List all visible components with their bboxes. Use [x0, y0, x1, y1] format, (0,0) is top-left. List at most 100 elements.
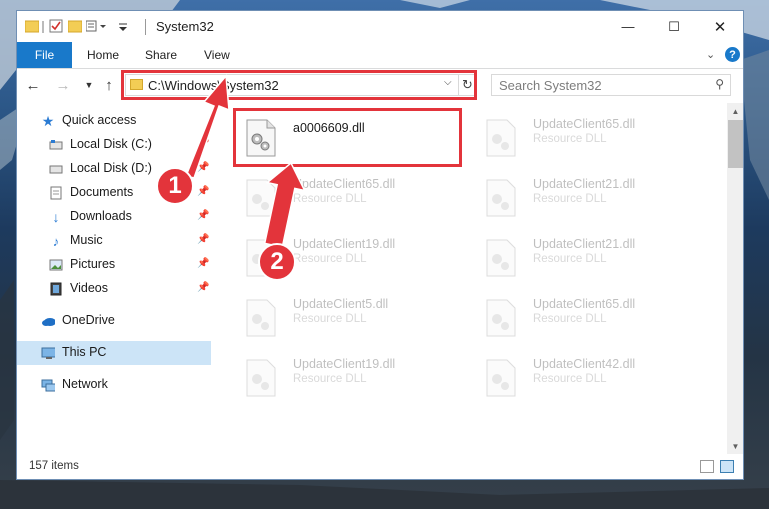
file-name: UpdateClient19.dll	[293, 357, 396, 371]
computer-icon	[41, 346, 55, 360]
folder-icon	[24, 19, 40, 35]
pin-icon[interactable]: 📌	[197, 162, 209, 173]
tab-share[interactable]: Share	[145, 42, 177, 68]
pin-icon[interactable]: 📌	[197, 210, 209, 221]
pin-icon[interactable]: 📌	[197, 186, 209, 197]
file-description: Resource DLL	[533, 193, 607, 205]
dll-file-icon	[246, 119, 276, 157]
close-button[interactable]: ✕	[697, 11, 743, 42]
sidebar-item-onedrive[interactable]: OneDrive	[17, 309, 211, 333]
file-description: Resource DLL	[533, 313, 607, 325]
file-item[interactable]: UpdateClient21.dll Resource DLL	[477, 169, 707, 225]
details-view-button[interactable]	[700, 460, 714, 473]
drive-icon	[49, 162, 63, 176]
sidebar-item-label: OneDrive	[62, 313, 115, 327]
file-name: UpdateClient5.dll	[293, 297, 389, 311]
sidebar-item-downloads[interactable]: ↓ Downloads 📌	[17, 205, 211, 229]
file-name: UpdateClient19.dll	[293, 237, 396, 251]
tab-home[interactable]: Home	[87, 42, 119, 68]
file-name: UpdateClient65.dll	[293, 177, 396, 191]
file-item[interactable]: UpdateClient65.dll Resource DLL	[237, 169, 467, 225]
scrollbar-thumb[interactable]	[728, 120, 743, 168]
dll-file-icon	[486, 119, 516, 157]
file-item-a0006609[interactable]: a0006609.dll	[237, 109, 467, 165]
sidebar-item-videos[interactable]: Videos 📌	[17, 277, 211, 301]
chevron-down-icon[interactable]	[117, 19, 129, 35]
minimize-button[interactable]: —	[605, 11, 651, 42]
drive-icon	[49, 138, 63, 152]
refresh-button[interactable]: ↻	[458, 75, 476, 95]
file-description: Resource DLL	[293, 373, 367, 385]
pin-icon[interactable]: 📌	[197, 138, 209, 149]
sidebar-item-label: Local Disk (D:)	[70, 161, 152, 175]
ribbon-tabs: File Home Share View ⌄ ?	[17, 42, 743, 69]
status-bar: 157 items	[17, 455, 743, 479]
sidebar-item-label: This PC	[62, 345, 107, 359]
step-1-label: 1	[168, 172, 182, 199]
sidebar-item-music[interactable]: ♪ Music 📌	[17, 229, 211, 253]
file-item[interactable]: UpdateClient65.dll Resource DLL	[477, 109, 707, 165]
file-name: UpdateClient21.dll	[533, 237, 636, 251]
chevron-down-icon[interactable]: ⌵	[444, 77, 452, 88]
sidebar-item-local-disk-c[interactable]: Local Disk (C:) 📌	[17, 133, 211, 157]
vertical-scrollbar[interactable]: ▲ ▼	[727, 103, 743, 454]
file-name: UpdateClient65.dll	[533, 297, 636, 311]
dll-file-icon	[486, 299, 516, 337]
file-description: Resource DLL	[533, 373, 607, 385]
help-button[interactable]: ?	[725, 47, 740, 62]
new-folder-icon[interactable]	[67, 19, 83, 35]
dll-file-icon	[246, 299, 276, 337]
sidebar-item-network[interactable]: Network	[17, 373, 211, 397]
tab-file[interactable]: File	[17, 42, 72, 68]
sidebar-item-quick-access[interactable]: ★ Quick access	[17, 109, 211, 133]
scroll-up-arrow[interactable]: ▲	[727, 103, 743, 119]
window-title: System32	[156, 19, 214, 34]
pictures-icon	[49, 258, 63, 272]
file-name: UpdateClient65.dll	[533, 117, 636, 131]
forward-button[interactable]: →	[53, 75, 73, 95]
search-input[interactable]: Search System32 ⚲	[491, 74, 731, 96]
sidebar-item-label: Downloads	[70, 209, 132, 223]
file-item[interactable]: UpdateClient21.dll Resource DLL	[477, 229, 707, 285]
dll-file-icon	[246, 179, 276, 217]
sidebar-item-label: Documents	[70, 185, 134, 199]
recent-locations-button[interactable]: ▼	[79, 75, 99, 95]
dll-file-icon	[246, 359, 276, 397]
large-icons-view-button[interactable]	[720, 460, 734, 473]
videos-icon	[49, 282, 63, 296]
file-name: a0006609.dll	[293, 121, 365, 135]
address-bar[interactable]: C:\Windows\System32 ⌵ ↻	[125, 74, 475, 96]
scroll-down-arrow[interactable]: ▼	[727, 438, 743, 454]
address-path[interactable]: C:\Windows\System32	[148, 78, 279, 93]
back-button[interactable]: ←	[23, 75, 43, 95]
dll-file-icon	[486, 179, 516, 217]
file-list: a0006609.dll UpdateClient65.dll Resource…	[214, 103, 726, 454]
step-2-label: 2	[270, 248, 284, 275]
item-count: 157 items	[29, 460, 79, 472]
up-button[interactable]: ↑	[99, 75, 119, 95]
file-name: UpdateClient42.dll	[533, 357, 636, 371]
maximize-button[interactable]: ☐	[651, 11, 697, 42]
tab-view[interactable]: View	[204, 42, 230, 68]
pin-icon[interactable]: 📌	[197, 258, 209, 269]
customize-toolbar-icon[interactable]	[85, 19, 108, 35]
file-item[interactable]: UpdateClient65.dll Resource DLL	[477, 289, 707, 345]
file-item[interactable]: UpdateClient42.dll Resource DLL	[477, 349, 707, 405]
title-bar: System32 — ☐ ✕	[17, 11, 743, 42]
sidebar-item-this-pc[interactable]: This PC	[17, 341, 211, 365]
file-item[interactable]: UpdateClient19.dll Resource DLL	[237, 349, 467, 405]
toolbar-separator	[42, 21, 44, 33]
sidebar-item-label: Pictures	[70, 257, 116, 271]
file-item[interactable]: UpdateClient5.dll Resource DLL	[237, 289, 467, 345]
documents-icon	[49, 186, 63, 200]
search-icon[interactable]: ⚲	[715, 77, 724, 91]
pin-icon[interactable]: 📌	[197, 234, 209, 245]
file-description: Resource DLL	[533, 133, 607, 145]
sidebar-item-pictures[interactable]: Pictures 📌	[17, 253, 211, 277]
file-description: Resource DLL	[293, 313, 367, 325]
properties-icon[interactable]	[49, 19, 63, 35]
explorer-window: System32 — ☐ ✕ File Home Share View ⌄ ? …	[16, 10, 744, 480]
pin-icon[interactable]: 📌	[197, 282, 209, 293]
expand-ribbon-icon[interactable]: ⌄	[706, 48, 715, 61]
dll-file-icon	[486, 359, 516, 397]
